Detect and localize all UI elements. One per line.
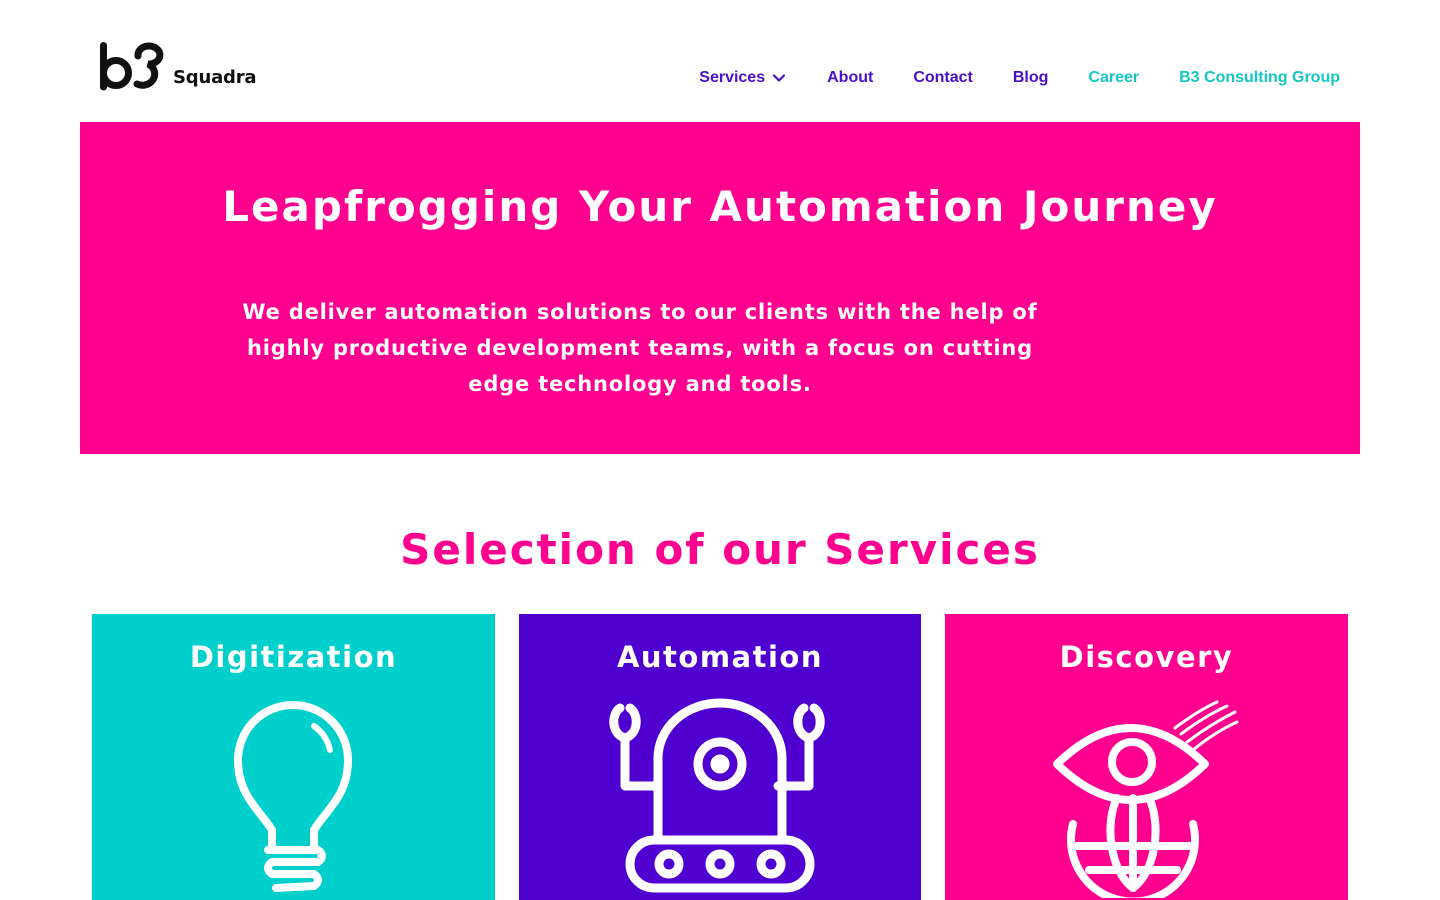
service-card-automation[interactable]: Automation [519,614,921,900]
nav-blog[interactable]: Blog [1013,69,1049,87]
main-nav: Services About Contact Blog Career B3 Co… [699,62,1340,94]
lightbulb-icon [234,701,352,892]
service-card-title: Automation [616,640,824,674]
nav-career[interactable]: Career [1088,69,1139,87]
b3-logo-icon [100,42,164,91]
site-header: Squadra Services About Contact Blog Care… [0,0,1440,122]
nav-contact[interactable]: Contact [913,69,973,87]
robot-icon [609,698,825,893]
logo-link[interactable]: Squadra [98,42,258,92]
nav-about[interactable]: About [827,69,873,87]
logo-wordmark: Squadra [173,67,257,88]
hero-subtitle: We deliver automation solutions to our c… [242,300,1038,396]
service-card-title: Discovery [1059,640,1234,674]
services-title: Selection of our Services [400,525,1040,574]
nav-b3-consulting-group[interactable]: B3 Consulting Group [1179,69,1340,87]
hero-title: Leapfrogging Your Automation Journey [222,182,1218,231]
nav-services-label: Services [699,69,766,86]
service-card-discovery[interactable]: Discovery [945,614,1348,900]
hero-banner [80,122,1360,454]
service-card-title: Digitization [189,640,398,674]
eye-globe-icon [1053,700,1239,898]
nav-services[interactable]: Services [699,69,787,87]
service-card-digitization[interactable]: Digitization [92,614,495,900]
chevron-down-icon [773,74,786,82]
